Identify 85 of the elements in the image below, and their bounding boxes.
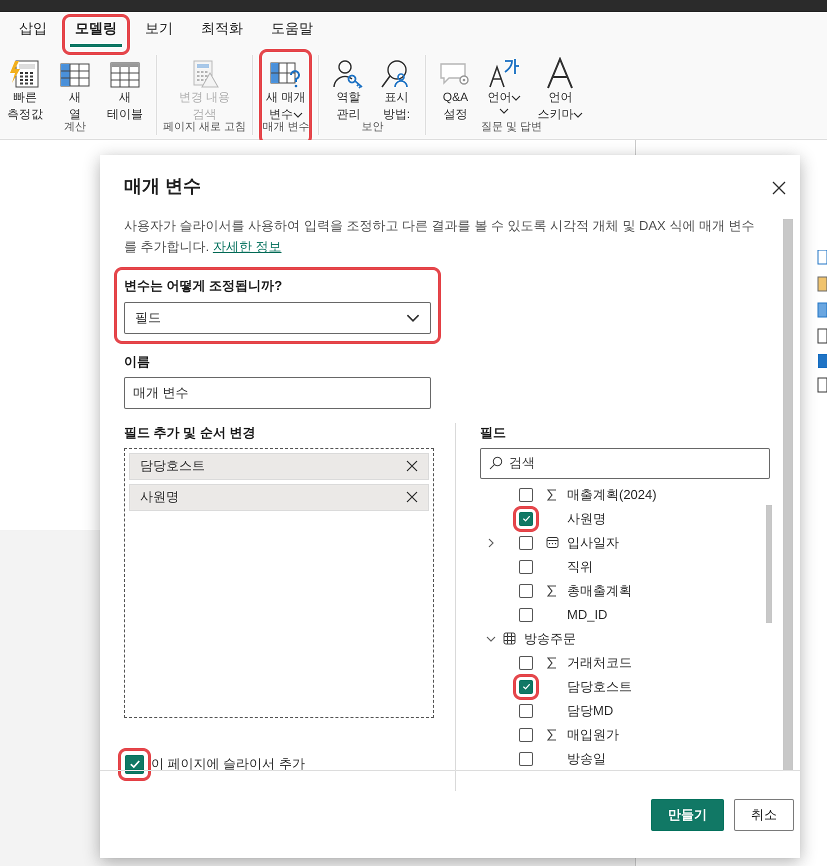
name-input[interactable]: 매개 변수: [124, 377, 431, 409]
dialog-title: 매개 변수: [124, 175, 202, 198]
cancel-button[interactable]: 취소: [734, 798, 794, 830]
field-name[interactable]: 사원명: [567, 508, 606, 528]
person-key-icon: [332, 59, 364, 89]
ribbon-button[interactable]: 새 테이블: [103, 55, 147, 123]
checkbox[interactable]: [125, 754, 144, 774]
chevron-down-icon: [292, 110, 303, 120]
field-label: 변수는 어떻게 조정됩니까?: [124, 277, 284, 295]
group-label: 보안: [361, 120, 384, 134]
checkbox[interactable]: [519, 536, 533, 550]
field-name[interactable]: 매출계획(2024): [567, 484, 657, 504]
close-icon: [772, 181, 786, 195]
chevron-down-icon: [573, 110, 584, 120]
type-dropdown[interactable]: 필드: [124, 302, 431, 334]
check-icon: [522, 514, 530, 523]
table-icon: [110, 61, 140, 89]
field-name[interactable]: 직위: [567, 556, 593, 576]
table-name[interactable]: 방송주문: [524, 628, 576, 648]
remove-icon[interactable]: [406, 460, 418, 472]
ribbon-tab[interactable]: 최적화: [196, 18, 248, 47]
group-label: 매개 변수: [262, 120, 310, 134]
search-icon: [489, 456, 503, 470]
letter-a-icon: [546, 57, 574, 89]
chevron-down-icon: [486, 634, 496, 644]
checkbox[interactable]: [519, 608, 533, 622]
field-chip[interactable]: 사원명: [129, 484, 429, 510]
checkbox[interactable]: [519, 656, 533, 670]
create-button[interactable]: 만들기: [651, 798, 724, 830]
chevron-down-icon: [499, 106, 510, 116]
description-text: 사용자가 슬라이서를 사용하여 입력을 조정하고 다른 결과를 볼 수 있도록 시각적 개체 및 DAX 식에 매개 변수를 추가합니다. 자세한 정보: [124, 217, 756, 256]
field-name[interactable]: 담당MD: [567, 700, 614, 720]
field-name[interactable]: MD_ID: [567, 604, 608, 624]
check-icon: [522, 682, 530, 691]
checkbox[interactable]: [519, 584, 533, 598]
sigma-icon: [546, 656, 558, 668]
scrollbar-thumb[interactable]: [766, 504, 772, 622]
checkbox[interactable]: [519, 512, 533, 526]
ribbon-button[interactable]: 언어: [483, 55, 526, 116]
ribbon-tab[interactable]: 도움말: [266, 18, 318, 47]
sigma-icon: [546, 584, 558, 596]
field-name[interactable]: 총매출계획: [567, 580, 632, 600]
checkbox[interactable]: [519, 704, 533, 718]
table-column-icon: [60, 61, 90, 89]
sigma-icon: [546, 728, 558, 740]
ribbon-button[interactable]: 언어 스키마: [533, 55, 588, 123]
calendar-icon: [546, 536, 558, 549]
field-name[interactable]: 매입원가: [567, 724, 619, 744]
field-name[interactable]: 방송일: [567, 748, 606, 768]
field-chip[interactable]: 담당호스트: [129, 452, 429, 480]
language-glyph-icon: [488, 57, 520, 89]
field-label: 이름: [124, 352, 151, 370]
ribbon-button[interactable]: 표시 방법:: [376, 55, 416, 123]
group-label: 페이지 새로 고침: [163, 120, 246, 134]
group-label: 질문 및 답변: [480, 120, 542, 134]
ribbon-button[interactable]: Q&A 설정: [435, 55, 476, 123]
search-field[interactable]: 검색: [480, 448, 770, 478]
chevron-right-icon: [486, 538, 496, 548]
ribbon-button[interactable]: 새 매개 변수: [262, 55, 310, 123]
checkbox[interactable]: [519, 560, 533, 574]
table-icon: [503, 632, 516, 645]
remove-icon[interactable]: [406, 491, 418, 503]
scrollbar[interactable]: [783, 219, 793, 770]
ribbon-tab[interactable]: 보기: [140, 18, 178, 47]
ribbon-tab[interactable]: 삽입: [14, 18, 52, 47]
chevron-down-icon: [511, 92, 522, 102]
table-question-icon: [270, 61, 302, 89]
calculator-icon: [10, 59, 40, 89]
check-icon: [128, 758, 140, 770]
field-label: 필드 추가 및 순서 변경: [124, 424, 256, 442]
ribbon-button[interactable]: 빠른 측정값: [3, 55, 47, 123]
field-name[interactable]: 거래처코드: [567, 652, 632, 672]
checkbox[interactable]: [519, 488, 533, 502]
field-label: 필드: [480, 424, 507, 442]
field-name[interactable]: 담당호스트: [567, 676, 632, 696]
search-input[interactable]: 검색: [509, 453, 761, 473]
checkbox-label[interactable]: 이 페이지에 슬라이서 추가: [151, 754, 305, 774]
ribbon-button[interactable]: 역할 관리: [328, 55, 368, 123]
checkbox[interactable]: [519, 728, 533, 742]
learn-more-link[interactable]: 자세한 정보: [212, 239, 282, 254]
checkbox[interactable]: [519, 680, 533, 694]
field-name[interactable]: 입사일자: [567, 532, 619, 552]
sigma-icon: [546, 488, 558, 500]
expand-toggle[interactable]: [486, 538, 496, 548]
checkbox[interactable]: [519, 752, 533, 766]
